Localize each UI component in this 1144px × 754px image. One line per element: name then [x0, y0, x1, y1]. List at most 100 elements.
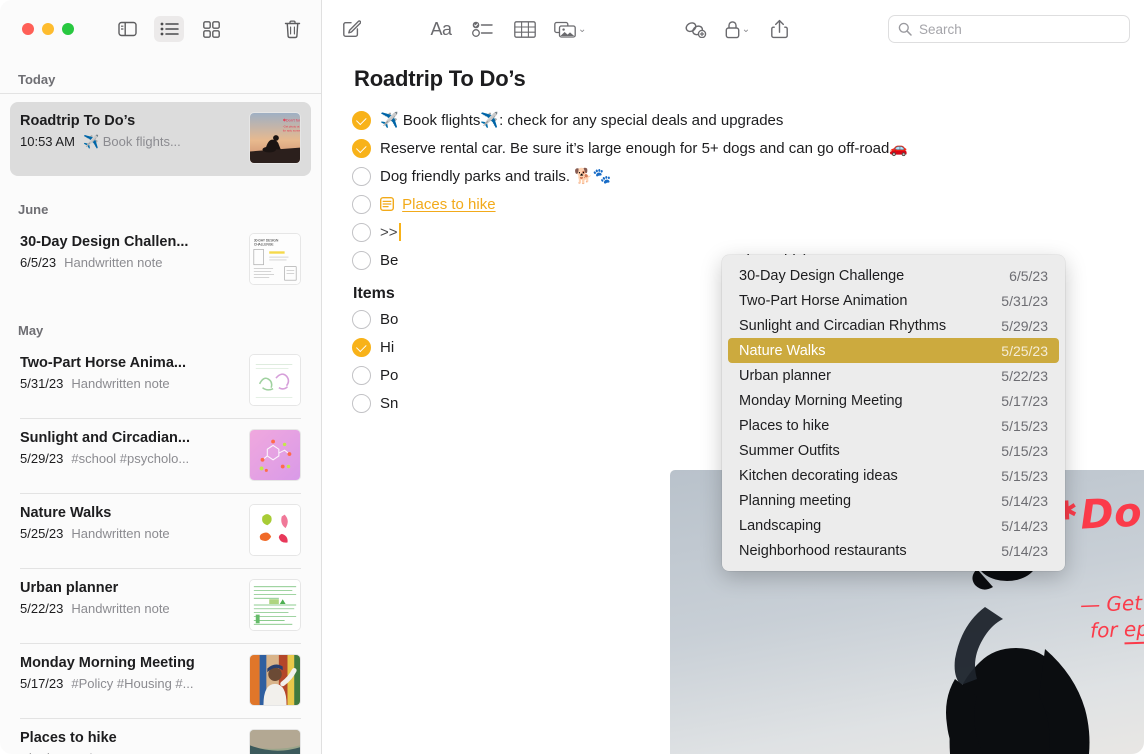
note-title: Roadtrip To Do’s — [354, 66, 1114, 92]
dropdown-item[interactable]: Monday Morning Meeting 5/17/23 — [728, 388, 1059, 413]
checkbox-unchecked[interactable] — [352, 394, 371, 413]
note-row-thumbnail — [249, 579, 301, 631]
note-link-icon — [380, 197, 394, 211]
text-cursor — [399, 223, 401, 241]
search-field[interactable]: Search — [888, 15, 1130, 43]
dropdown-item-title: Planning meeting — [739, 493, 851, 509]
dropdown-item-title: Landscaping — [739, 518, 821, 534]
checkbox-checked[interactable] — [352, 139, 371, 158]
note-row-title: Sunlight and Circadian... — [20, 429, 239, 449]
note-link-autocomplete-dropdown[interactable]: 30-Day Design Challenge 6/5/23 Two-Part … — [722, 255, 1065, 571]
checklist-item-text: ✈️ Book flights✈️: check for any special… — [380, 110, 1114, 131]
chevron-down-icon: ⌄ — [742, 24, 750, 35]
note-row-thumbnail — [249, 654, 301, 706]
checkbox-unchecked[interactable] — [352, 195, 371, 214]
sidebar-toggle-button[interactable] — [112, 16, 142, 42]
green-document-thumbnail-icon — [250, 580, 300, 630]
note-row-date: 5/22/23 — [20, 601, 63, 616]
dropdown-item[interactable]: Two-Part Horse Animation 5/31/23 — [728, 288, 1059, 313]
sidebar-note-row-urban-planner[interactable]: Urban planner 5/22/23 Handwritten note — [10, 569, 311, 643]
note-row-title: Two-Part Horse Anima... — [20, 354, 239, 374]
note-row-title: Places to hike — [20, 729, 239, 749]
dropdown-item-title: Summer Outfits — [739, 443, 840, 459]
checkbox-unchecked[interactable] — [352, 310, 371, 329]
dropdown-item-date: 5/17/23 — [1001, 393, 1048, 409]
checklist-item-typing[interactable]: >> — [352, 222, 1114, 243]
note-row-date: 5/31/23 — [20, 376, 63, 391]
svg-text:✱Don't forg: ✱Don't forg — [283, 119, 300, 123]
close-window-button[interactable] — [22, 23, 34, 35]
dropdown-item-selected[interactable]: Nature Walks 5/25/23 — [728, 338, 1059, 363]
table-icon — [514, 21, 536, 38]
maximize-window-button[interactable] — [62, 23, 74, 35]
note-row-title: 30-Day Design Challen... — [20, 233, 239, 253]
dropdown-item[interactable]: Places to hike 5/15/23 — [728, 413, 1059, 438]
sidebar-note-row-places-to-hike[interactable]: Places to hike 5/15/23 2 photos — [10, 719, 311, 754]
note-row-title: Nature Walks — [20, 504, 239, 524]
molecule-pink-thumbnail-icon — [250, 430, 300, 480]
sidebar-note-row-nature-walks[interactable]: Nature Walks 5/25/23 Handwritten note — [10, 494, 311, 568]
note-row-date: 5/15/23 — [20, 751, 63, 754]
checkbox-checked[interactable] — [352, 111, 371, 130]
checkbox-unchecked[interactable] — [352, 366, 371, 385]
note-row-title: Monday Morning Meeting — [20, 654, 239, 674]
format-style-button[interactable]: Aa — [428, 15, 454, 43]
sidebar-note-row-roadtrip[interactable]: Roadtrip To Do’s 10:53 AM ✈️ Book flight… — [10, 102, 311, 176]
search-icon — [898, 22, 912, 36]
dropdown-item-date: 5/29/23 — [1001, 318, 1048, 334]
compose-note-button[interactable] — [338, 15, 364, 43]
checklist-item-places-to-hike-link[interactable]: Places to hike — [352, 194, 1114, 215]
dropdown-item-title: Two-Part Horse Animation — [739, 293, 907, 309]
dropdown-item-date: 5/25/23 — [1001, 343, 1048, 359]
sidebar-toolbar — [0, 0, 321, 58]
dropdown-item-date: 5/14/23 — [1001, 493, 1048, 509]
insert-media-button[interactable]: ⌄ — [554, 15, 586, 43]
checklist-button[interactable] — [470, 15, 496, 43]
checkbox-unchecked[interactable] — [352, 251, 371, 270]
sidebar-note-row-horse-animation[interactable]: Two-Part Horse Anima... 5/31/23 Handwrit… — [10, 344, 311, 418]
gallery-view-button[interactable] — [196, 16, 226, 42]
share-button[interactable] — [766, 15, 792, 43]
note-row-snippet: Handwritten note — [71, 601, 169, 616]
delete-note-button[interactable] — [277, 16, 307, 42]
minimize-window-button[interactable] — [42, 23, 54, 35]
dropdown-item[interactable]: 30-Day Design Challenge 6/5/23 — [728, 263, 1059, 288]
dropdown-item[interactable]: Neighborhood restaurants 5/14/23 — [728, 538, 1059, 563]
note-row-snippet: Handwritten note — [71, 526, 169, 541]
traffic-lights — [22, 23, 74, 35]
search-placeholder: Search — [919, 22, 962, 37]
note-row-thumbnail — [249, 429, 301, 481]
note-row-thumbnail: 30-DAY DESIGN CHALLENGE — [249, 233, 301, 285]
dropdown-item-title: Kitchen decorating ideas — [739, 468, 898, 484]
trash-icon — [284, 20, 301, 39]
sidebar-group-header-june: June — [0, 186, 321, 223]
checkbox-checked[interactable] — [352, 338, 371, 357]
dropdown-item[interactable]: Summer Outfits 5/15/23 — [728, 438, 1059, 463]
note-link-places-to-hike[interactable]: Places to hike — [402, 196, 495, 213]
dropdown-item[interactable]: Landscaping 5/14/23 — [728, 513, 1059, 538]
dropdown-item[interactable]: Sunlight and Circadian Rhythms 5/29/23 — [728, 313, 1059, 338]
checkbox-unchecked[interactable] — [352, 223, 371, 242]
lock-note-button[interactable]: ⌄ — [724, 15, 750, 43]
insert-table-button[interactable] — [512, 15, 538, 43]
dropdown-item[interactable]: Planning meeting 5/14/23 — [728, 488, 1059, 513]
dropdown-item-title: Urban planner — [739, 368, 831, 384]
notes-window: Today Roadtrip To Do’s 10:53 AM ✈️ Book … — [0, 0, 1144, 754]
list-view-button[interactable] — [154, 16, 184, 42]
checkbox-unchecked[interactable] — [352, 167, 371, 186]
sidebar-note-row-monday-meeting[interactable]: Monday Morning Meeting 5/17/23 #Policy #… — [10, 644, 311, 718]
compose-icon — [341, 19, 361, 39]
checklist-item-rental-car[interactable]: Reserve rental car. Be sure it’s large e… — [352, 138, 1114, 159]
sidebar-note-row-circadian[interactable]: Sunlight and Circadian... 5/29/23 #schoo… — [10, 419, 311, 493]
dropdown-item-title: Nature Walks — [739, 343, 825, 359]
note-editor-pane: Aa — [322, 0, 1144, 754]
dropdown-item-date: 5/15/23 — [1001, 468, 1048, 484]
collaborate-button[interactable] — [682, 15, 708, 43]
checklist-item-dog-parks[interactable]: Dog friendly parks and trails. 🐕🐾 — [352, 166, 1114, 187]
dropdown-item[interactable]: Kitchen decorating ideas 5/15/23 — [728, 463, 1059, 488]
dropdown-item[interactable]: Urban planner 5/22/23 — [728, 363, 1059, 388]
checklist-item-book-flights[interactable]: ✈️ Book flights✈️: check for any special… — [352, 110, 1114, 131]
checklist-item-text: Dog friendly parks and trails. 🐕🐾 — [380, 166, 1114, 187]
sidebar-note-row-design-challenge[interactable]: 30-Day Design Challen... 6/5/23 Handwrit… — [10, 223, 311, 297]
note-row-date: 10:53 AM — [20, 134, 75, 149]
